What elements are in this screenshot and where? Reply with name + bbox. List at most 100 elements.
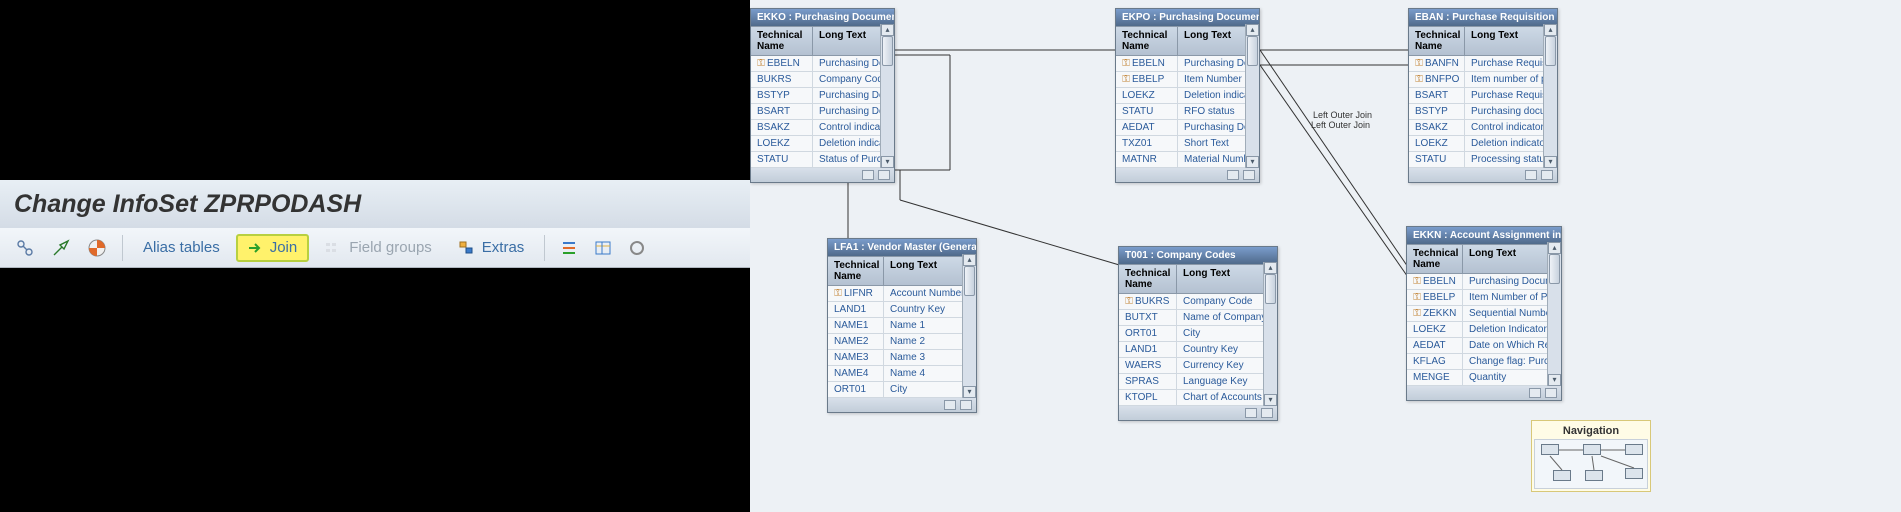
key-icon: ⚿ bbox=[1122, 74, 1130, 85]
tool-icon-1[interactable] bbox=[10, 235, 40, 261]
table-body: ⚿LIFNRAccount Number of SuiLAND1Country … bbox=[828, 286, 976, 398]
table-row[interactable]: BSTYPPurchasing document bbox=[1409, 104, 1557, 120]
table-body: ⚿EBELNPurchasing DocumBUKRSCompany CodeB… bbox=[751, 56, 894, 168]
table-body: ⚿BUKRSCompany CodeBUTXTName of Company C… bbox=[1119, 294, 1277, 406]
navigation-minimap[interactable] bbox=[1534, 439, 1648, 489]
table-row[interactable]: STATUStatus of Purchasi bbox=[751, 152, 894, 168]
table-row[interactable]: SPRASLanguage Key bbox=[1119, 374, 1277, 390]
tool-icon-table[interactable] bbox=[589, 235, 617, 261]
table-row[interactable]: ⚿EBELNPurchasing Document i bbox=[1407, 274, 1561, 290]
table-row[interactable]: BSARTPurchasing Docum bbox=[751, 104, 894, 120]
globe-icon bbox=[87, 238, 107, 258]
table-row[interactable]: MENGEQuantity bbox=[1407, 370, 1561, 386]
table-row[interactable]: STATUProcessing status of i bbox=[1409, 152, 1557, 168]
table-row[interactable]: ⚿ZEKKNSequential Number of bbox=[1407, 306, 1561, 322]
field-groups-button[interactable]: Field groups bbox=[315, 234, 442, 262]
table-row[interactable]: ⚿LIFNRAccount Number of Sui bbox=[828, 286, 976, 302]
table-title: EBAN : Purchase Requisition bbox=[1409, 9, 1557, 26]
table-row[interactable]: ⚿EBELNPurchasing Docum bbox=[751, 56, 894, 72]
table-row[interactable]: AEDATDate on Which Recorc bbox=[1407, 338, 1561, 354]
table-body: ⚿BANFNPurchase Requisition⚿BNFPOItem num… bbox=[1409, 56, 1557, 168]
wrench-icon bbox=[51, 238, 71, 258]
table-hscroll[interactable] bbox=[1119, 406, 1277, 420]
table-row[interactable]: BUTXTName of Company Code c bbox=[1119, 310, 1277, 326]
toolbar: Alias tables Join Field groups Extras bbox=[0, 228, 750, 268]
table-row[interactable]: ⚿BNFPOItem number of purcl bbox=[1409, 72, 1557, 88]
table-row[interactable]: NAME1Name 1 bbox=[828, 318, 976, 334]
scrollbar[interactable]: ▴▾ bbox=[1547, 242, 1561, 386]
table-row[interactable]: BSAKZControl indicator fi bbox=[751, 120, 894, 136]
key-icon: ⚿ bbox=[1125, 296, 1133, 307]
table-row[interactable]: LOEKZDeletion Indicator: Pu bbox=[1407, 322, 1561, 338]
table-hscroll[interactable] bbox=[751, 168, 894, 182]
key-icon: ⚿ bbox=[757, 58, 765, 69]
table-row[interactable]: WAERSCurrency Key bbox=[1119, 358, 1277, 374]
table-hscroll[interactable] bbox=[1409, 168, 1557, 182]
table-row[interactable]: ORT01City bbox=[828, 382, 976, 398]
table-row[interactable]: ⚿EBELPItem Number of Pu bbox=[1116, 72, 1259, 88]
table-header: Technical Name Long Text bbox=[1409, 26, 1557, 56]
tool-icon-3[interactable] bbox=[82, 235, 112, 261]
table-row[interactable]: BUKRSCompany Code bbox=[751, 72, 894, 88]
tool-icon-2[interactable] bbox=[46, 235, 76, 261]
title-bar: Change InfoSet ZPRPODASH bbox=[0, 180, 750, 228]
table-ekpo[interactable]: EKPO : Purchasing Document Item Technica… bbox=[1115, 8, 1260, 183]
table-row[interactable]: AEDATPurchasing Docum bbox=[1116, 120, 1259, 136]
table-row[interactable]: LOEKZDeletion indicator in i bbox=[1409, 136, 1557, 152]
table-row[interactable]: KFLAGChange flag: Purchasi bbox=[1407, 354, 1561, 370]
key-icon: ⚿ bbox=[1415, 58, 1423, 69]
diagram-canvas[interactable]: Left Outer Join Left Outer Join EKKO : P… bbox=[750, 0, 1901, 512]
scrollbar[interactable]: ▴▾ bbox=[880, 24, 894, 168]
table-row[interactable]: ORT01City bbox=[1119, 326, 1277, 342]
navigation-panel[interactable]: Navigation bbox=[1531, 420, 1651, 492]
table-row[interactable]: ⚿BUKRSCompany Code bbox=[1119, 294, 1277, 310]
extras-icon bbox=[458, 240, 476, 256]
join-button[interactable]: Join bbox=[236, 234, 310, 262]
table-title: EKKN : Account Assignment in Purchasing … bbox=[1407, 227, 1561, 244]
tool-icon-circle[interactable] bbox=[623, 235, 651, 261]
table-row[interactable]: NAME4Name 4 bbox=[828, 366, 976, 382]
table-row[interactable]: LOEKZDeletion indicator i bbox=[1116, 88, 1259, 104]
table-lfa1[interactable]: LFA1 : Vendor Master (General Section) T… bbox=[827, 238, 977, 413]
table-body: ⚿EBELNPurchasing Docum⚿EBELPItem Number … bbox=[1116, 56, 1259, 168]
scrollbar[interactable]: ▴▾ bbox=[1263, 262, 1277, 406]
table-hscroll[interactable] bbox=[1407, 386, 1561, 400]
table-hscroll[interactable] bbox=[828, 398, 976, 412]
table-title: LFA1 : Vendor Master (General Section) bbox=[828, 239, 976, 256]
alias-tables-button[interactable]: Alias tables bbox=[133, 234, 230, 262]
table-row[interactable]: BSARTPurchase Requisition bbox=[1409, 88, 1557, 104]
arrow-right-icon bbox=[248, 241, 264, 255]
table-row[interactable]: NAME3Name 3 bbox=[828, 350, 976, 366]
table-row[interactable]: MATNRMaterial Number bbox=[1116, 152, 1259, 168]
key-icon: ⚿ bbox=[1122, 58, 1130, 69]
scrollbar[interactable]: ▴▾ bbox=[1543, 24, 1557, 168]
table-hscroll[interactable] bbox=[1116, 168, 1259, 182]
table-row[interactable]: LOEKZDeletion indicator i bbox=[751, 136, 894, 152]
table-row[interactable]: TXZ01Short Text bbox=[1116, 136, 1259, 152]
tool-icon-list[interactable] bbox=[555, 235, 583, 261]
table-row[interactable]: NAME2Name 2 bbox=[828, 334, 976, 350]
table-ekkn[interactable]: EKKN : Account Assignment in Purchasing … bbox=[1406, 226, 1562, 401]
table-row[interactable]: STATURFO status bbox=[1116, 104, 1259, 120]
table-title: EKKO : Purchasing Document Header bbox=[751, 9, 894, 26]
table-row[interactable]: BSTYPPurchasing Docum bbox=[751, 88, 894, 104]
extras-button[interactable]: Extras bbox=[448, 234, 535, 262]
table-row[interactable]: ⚿EBELNPurchasing Docum bbox=[1116, 56, 1259, 72]
table-t001[interactable]: T001 : Company Codes Technical Name Long… bbox=[1118, 246, 1278, 421]
table-row[interactable]: KTOPLChart of Accounts bbox=[1119, 390, 1277, 406]
table-header: Technical Name Long Text bbox=[828, 256, 976, 286]
table-row[interactable]: BSAKZControl indicator for i bbox=[1409, 120, 1557, 136]
table-row[interactable]: ⚿BANFNPurchase Requisition bbox=[1409, 56, 1557, 72]
table-eban[interactable]: EBAN : Purchase Requisition Technical Na… bbox=[1408, 8, 1558, 183]
table-ekko[interactable]: EKKO : Purchasing Document Header Techni… bbox=[750, 8, 895, 183]
table-row[interactable]: ⚿EBELPItem Number of Purch bbox=[1407, 290, 1561, 306]
circle-icon bbox=[628, 240, 646, 256]
table-row[interactable]: LAND1Country Key bbox=[828, 302, 976, 318]
key-icon: ⚿ bbox=[1413, 276, 1421, 287]
table-row[interactable]: LAND1Country Key bbox=[1119, 342, 1277, 358]
table-title: EKPO : Purchasing Document Item bbox=[1116, 9, 1259, 26]
table-body: ⚿EBELNPurchasing Document i⚿EBELPItem Nu… bbox=[1407, 274, 1561, 386]
scrollbar[interactable]: ▴▾ bbox=[1245, 24, 1259, 168]
separator bbox=[122, 235, 123, 261]
scrollbar[interactable]: ▴▾ bbox=[962, 254, 976, 398]
